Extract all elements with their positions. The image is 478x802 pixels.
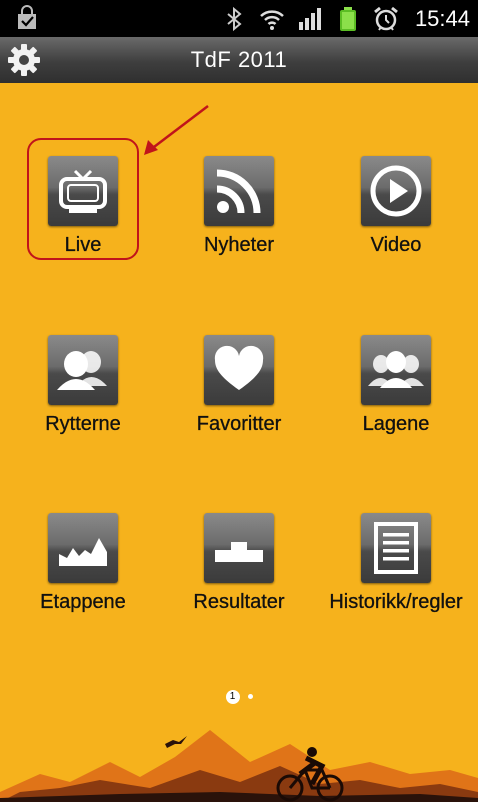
podium-icon (215, 542, 263, 562)
annotation-arrow-icon (144, 105, 209, 155)
page-indicator-current[interactable]: 1 (225, 689, 240, 704)
tile-icon-box (361, 156, 431, 226)
page-indicator-next[interactable] (247, 694, 253, 700)
tile-icon-box (204, 335, 274, 405)
tile-favoritter[interactable]: Favoritter (161, 335, 317, 455)
shopping-bag-icon (18, 5, 36, 29)
page-title: TdF 2011 (190, 47, 288, 72)
tile-label: Lagene (362, 413, 430, 435)
tile-icon-box (204, 156, 274, 226)
document-icon (374, 522, 418, 574)
heart-icon (214, 345, 264, 390)
teams-icon (368, 351, 424, 388)
tile-rytterne[interactable]: Rytterne (5, 335, 161, 455)
status-bar: 15:44 (0, 0, 478, 37)
mountain-cyclist-illustration (0, 730, 478, 802)
bluetooth-icon (227, 6, 242, 31)
gear-icon[interactable] (7, 43, 41, 77)
tile-label: Historikk/regler (329, 591, 463, 613)
tile-icon-box (361, 513, 431, 583)
tile-icon-box (48, 513, 118, 583)
tile-icon-box (361, 335, 431, 405)
tile-lagene[interactable]: Lagene (318, 335, 474, 455)
riders-icon (57, 351, 107, 390)
stage-profile-icon (59, 538, 107, 566)
battery-icon (339, 6, 356, 31)
tile-icon-box (48, 335, 118, 405)
page-indicator: 1 (0, 688, 478, 706)
app-title-bar: TdF 2011 (0, 37, 478, 83)
tile-nyheter[interactable]: Nyheter (161, 156, 317, 276)
wifi-icon (260, 9, 284, 30)
signal-icon (298, 7, 321, 30)
live-highlight-annotation (27, 138, 139, 260)
tile-resultater[interactable]: Resultater (161, 513, 317, 633)
clock: 15:44 (414, 5, 470, 31)
play-icon (370, 165, 422, 217)
tile-icon-box (204, 513, 274, 583)
tile-etappene[interactable]: Etappene (5, 513, 161, 633)
rss-icon (216, 169, 261, 214)
tile-historikk[interactable]: Historikk/regler (318, 513, 474, 633)
alarm-icon (374, 6, 398, 31)
tile-label: Video (370, 234, 422, 256)
tile-video[interactable]: Video (318, 156, 474, 276)
